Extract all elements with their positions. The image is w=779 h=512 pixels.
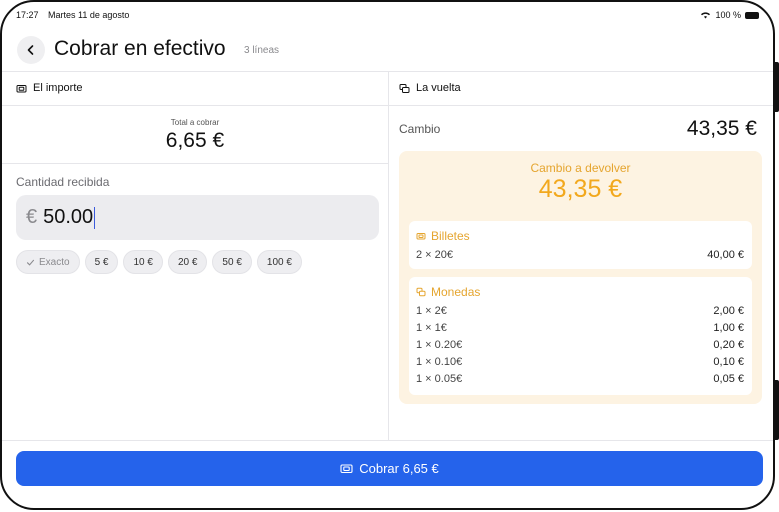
pay-button-label: Cobrar 6,65 € (359, 461, 439, 476)
chip-label: 20 € (177, 256, 198, 268)
quantity-label: Cantidad recibida (16, 175, 110, 189)
change-title: Cambio a devolver (530, 161, 631, 175)
status-bar: 17:27 Martes 11 de agosto 100 % (16, 10, 759, 26)
denomination-value: 0,10 € (713, 356, 744, 368)
chip-label: 5 € (94, 256, 109, 268)
currency-symbol: € (26, 206, 38, 228)
divider (2, 440, 773, 441)
denomination-label: 1 × 0.20€ (416, 339, 463, 351)
quick-amount-chips: Exacto 5 € 10 € 20 € 50 € 100 € (16, 250, 302, 274)
panel-divider (388, 71, 389, 440)
quantity-input[interactable]: € 50.00 (16, 195, 379, 240)
chip-exact[interactable]: Exacto (16, 250, 80, 274)
denomination-label: 1 × 0.05€ (416, 373, 463, 385)
monedas-title: Monedas (431, 285, 481, 299)
billetes-title: Billetes (431, 229, 470, 243)
chevron-left-icon (27, 45, 34, 55)
cambio-label: Cambio (399, 122, 441, 136)
page-subtitle: 3 líneas (244, 45, 280, 56)
page-title: Cobrar en efectivo (54, 37, 226, 60)
cash-register-icon (340, 464, 353, 474)
denomination-value: 2,00 € (713, 305, 744, 317)
section-vuelta: La vuelta (399, 82, 461, 94)
denomination-value: 0,05 € (713, 373, 744, 385)
denomination-label: 2 × 20€ (416, 249, 454, 261)
battery-percent: 100 % (715, 10, 741, 20)
change-panel: Cambio a devolver 43,35 € Billetes 2 × 2… (399, 151, 762, 404)
list-item: 1 × 0.05€ 0,05 € (416, 373, 744, 387)
cambio-value: 43,35 € (686, 117, 757, 140)
back-button[interactable] (17, 36, 45, 64)
side-button (775, 380, 779, 440)
chip-label: Exacto (39, 256, 70, 268)
coins-icon (416, 287, 426, 297)
chip-label: 10 € (133, 256, 153, 268)
status-time: 17:27 (16, 10, 39, 20)
banknote-icon (416, 233, 426, 240)
monedas-header: Monedas (416, 285, 480, 299)
list-item: 2 × 20€ 40,00 € (416, 249, 744, 263)
denomination-label: 1 × 0.10€ (416, 356, 463, 368)
total-value: 6,65 € (165, 129, 225, 152)
chip-100[interactable]: 100 € (256, 250, 302, 274)
list-item: 1 × 0.20€ 0,20 € (416, 339, 744, 353)
check-icon (26, 259, 35, 266)
pay-button[interactable]: Cobrar 6,65 € (16, 451, 763, 486)
denomination-value: 0,20 € (713, 339, 744, 351)
status-date: Martes 11 de agosto (48, 10, 130, 20)
tablet-frame: 17:27 Martes 11 de agosto 100 % Cobrar e… (0, 0, 775, 510)
chip-10[interactable]: 10 € (123, 250, 163, 274)
denomination-value: 1,00 € (713, 322, 744, 334)
denomination-label: 1 × 2€ (416, 305, 447, 317)
divider (2, 163, 388, 164)
chip-label: 100 € (266, 256, 292, 268)
chip-20[interactable]: 20 € (167, 250, 208, 274)
text-caret (94, 206, 96, 229)
billetes-header: Billetes (416, 229, 470, 243)
list-item: 1 × 2€ 2,00 € (416, 305, 744, 319)
chip-50[interactable]: 50 € (212, 250, 252, 274)
denomination-value: 40,00 € (707, 249, 744, 261)
section-title: La vuelta (416, 82, 461, 94)
section-title: El importe (33, 82, 83, 94)
cash-register-icon (16, 84, 27, 92)
section-importe: El importe (16, 82, 83, 94)
chip-label: 50 € (222, 256, 242, 268)
list-item: 1 × 1€ 1,00 € (416, 322, 744, 336)
wifi-icon (701, 12, 711, 19)
total-label: Total a cobrar (170, 118, 220, 127)
coins-icon (399, 83, 410, 93)
change-amount: 43,35 € (538, 175, 623, 203)
chip-5[interactable]: 5 € (84, 250, 119, 274)
denomination-label: 1 × 1€ (416, 322, 447, 334)
quantity-value: 50.00 (43, 206, 94, 228)
side-button (775, 62, 779, 112)
billetes-card: Billetes 2 × 20€ 40,00 € (409, 221, 752, 269)
monedas-card: Monedas 1 × 2€ 2,00 € 1 × 1€ 1,00 € 1 × … (409, 277, 752, 395)
battery-icon (745, 11, 759, 19)
list-item: 1 × 0.10€ 0,10 € (416, 356, 744, 370)
